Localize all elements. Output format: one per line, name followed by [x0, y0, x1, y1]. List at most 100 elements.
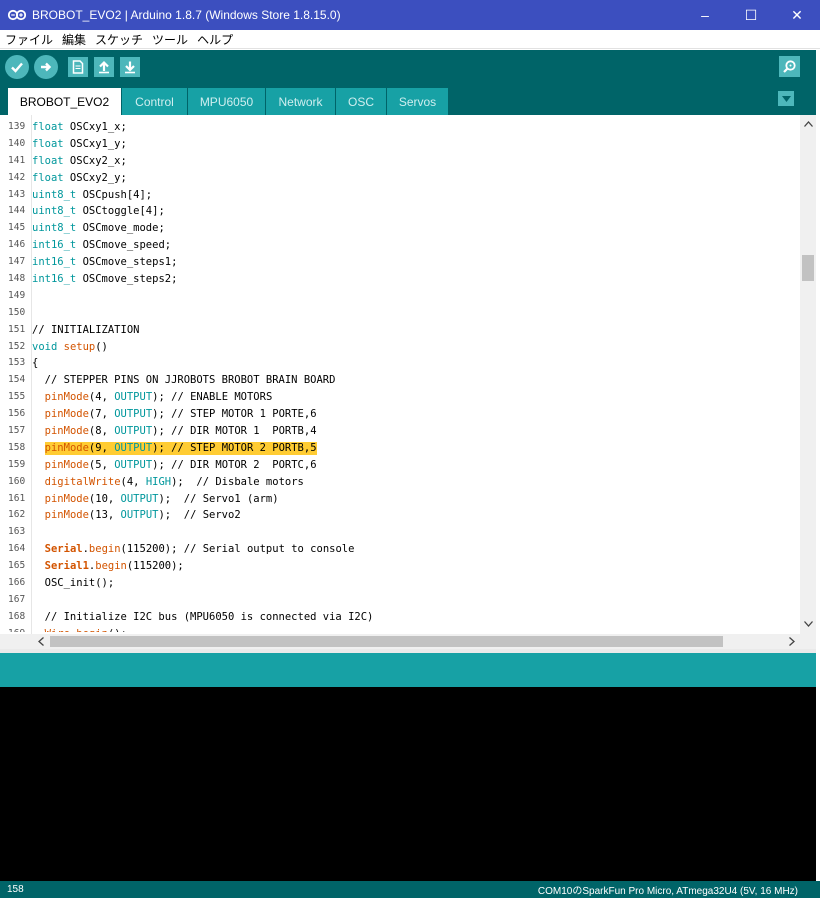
line-number: 149 [8, 289, 26, 301]
tab-servos[interactable]: Servos [387, 88, 448, 115]
new-icon [72, 59, 84, 74]
horizontal-scroll-thumb[interactable] [50, 636, 723, 647]
code-text: Serial.begin(115200); // Serial output t… [44, 543, 355, 556]
serial-monitor-button[interactable] [779, 56, 800, 77]
code-line[interactable]: 140 float OSCxy1_y; [0, 136, 800, 153]
line-number: 144 [8, 205, 26, 217]
code-text: uint8_t OSCtoggle[4]; [32, 205, 165, 218]
save-button[interactable] [120, 56, 140, 77]
code-line[interactable]: 143 uint8_t OSCpush[4]; [0, 187, 800, 204]
tab-brobot-evo2[interactable]: BROBOT_EVO2 [8, 88, 121, 115]
code-text: float OSCxy1_x; [32, 121, 127, 133]
horizontal-scrollbar[interactable] [0, 634, 816, 649]
new-button[interactable] [68, 56, 88, 77]
code-line[interactable]: 145 uint8_t OSCmove_mode; [0, 220, 800, 237]
minimize-button[interactable]: – [682, 0, 728, 30]
code-line[interactable]: 147 int16_t OSCmove_steps1; [0, 254, 800, 271]
line-number: 159 [8, 458, 26, 470]
close-button[interactable]: ✕ [774, 0, 820, 30]
code-line[interactable]: 144 uint8_t OSCtoggle[4]; [0, 203, 800, 220]
code-line[interactable]: 161 pinMode(10, OUTPUT); // Servo1 (arm) [0, 491, 800, 508]
code-line[interactable]: 159 pinMode(5, OUTPUT); // DIR MOTOR 2 P… [0, 457, 800, 474]
code-line[interactable]: 166 OSC_init(); [0, 575, 800, 592]
code-line[interactable]: 139 float OSCxy1_x; [0, 119, 800, 136]
code-line[interactable]: 162 pinMode(13, OUTPUT); // Servo2 [0, 507, 800, 524]
line-number: 142 [8, 171, 26, 183]
code-text: int16_t OSCmove_steps1; [32, 256, 178, 269]
line-number: 146 [8, 239, 26, 251]
code-line[interactable]: 142 float OSCxy2_y; [0, 170, 800, 187]
line-number: 160 [8, 475, 26, 487]
code-text: pinMode(9, OUTPUT); // STEP MOTOR 2 PORT… [44, 441, 317, 455]
code-line[interactable]: 156 pinMode(7, OUTPUT); // STEP MOTOR 1 … [0, 406, 800, 423]
tab-control[interactable]: Control [122, 88, 187, 115]
code-line[interactable]: 150 [0, 305, 800, 322]
code-line[interactable]: 160 digitalWrite(4, HIGH); // Disbale mo… [0, 474, 800, 491]
code-line[interactable]: 168 // Initialize I2C bus (MPU6050 is co… [0, 609, 800, 626]
code-line[interactable]: 148 int16_t OSCmove_steps2; [0, 271, 800, 288]
line-number: 143 [8, 188, 26, 200]
scroll-right-icon[interactable] [784, 634, 800, 649]
code-text: int16_t OSCmove_speed; [32, 239, 172, 252]
line-number: 148 [8, 273, 26, 285]
code-area[interactable]: 139 float OSCxy1_x; 140 float OSCxy1_y; 141 f… [0, 119, 800, 632]
title-bar: BROBOT_EVO2 | Arduino 1.8.7 (Windows Sto… [0, 0, 820, 30]
line-number: 162 [8, 509, 26, 521]
current-line-number: 158 [7, 884, 24, 895]
code-line[interactable]: 146 int16_t OSCmove_speed; [0, 237, 800, 254]
line-number: 157 [8, 425, 26, 437]
code-line[interactable]: 165 Serial1.begin(115200); [0, 558, 800, 575]
code-line[interactable]: 154 // STEPPER PINS ON JJROBOTS BROBOT B… [0, 372, 800, 389]
code-text: float OSCxy1_y; [32, 137, 127, 150]
tab-osc[interactable]: OSC [336, 88, 386, 115]
vertical-scroll-thumb[interactable] [802, 255, 814, 281]
tab-bar: BROBOT_EVO2 Control MPU6050 Network OSC … [0, 83, 816, 115]
tab-mpu6050[interactable]: MPU6050 [188, 88, 265, 115]
code-text: Wire.begin(); [32, 626, 127, 632]
console-output[interactable] [0, 687, 816, 881]
scroll-down-icon[interactable] [800, 617, 816, 631]
menu-help[interactable]: ヘルプ [192, 31, 237, 48]
code-line[interactable]: 151 // INITIALIZATION [0, 322, 800, 339]
line-number: 166 [8, 577, 26, 589]
upload-button[interactable] [34, 54, 58, 79]
scroll-left-icon[interactable] [33, 634, 49, 649]
code-line[interactable]: 155 pinMode(4, OUTPUT); // ENABLE MOTORS [0, 389, 800, 406]
menu-edit[interactable]: 編集 [57, 31, 90, 48]
vertical-scrollbar[interactable] [800, 115, 816, 634]
code-text: pinMode(10, OUTPUT); // Servo1 (arm) [44, 492, 279, 505]
code-line[interactable]: 169 Wire.begin(); [0, 626, 800, 632]
code-text: OSC_init(); [32, 577, 115, 590]
tab-network[interactable]: Network [266, 88, 335, 115]
open-button[interactable] [94, 56, 114, 77]
code-line[interactable]: 158 pinMode(9, OUTPUT); // STEP MOTOR 2 … [0, 440, 800, 457]
maximize-button[interactable]: ☐ [728, 0, 774, 30]
code-line[interactable]: 153 { [0, 355, 800, 372]
upload-icon [41, 62, 52, 71]
code-line[interactable]: 149 [0, 288, 800, 305]
menu-sketch[interactable]: スケッチ [90, 31, 147, 48]
code-text: // INITIALIZATION [32, 323, 140, 336]
save-icon [125, 61, 135, 73]
tab-menu-button[interactable] [778, 91, 794, 106]
line-number: 155 [8, 391, 26, 403]
menu-tools[interactable]: ツール [147, 31, 192, 48]
scroll-up-icon[interactable] [800, 117, 816, 131]
line-number: 147 [8, 256, 26, 268]
line-number: 145 [8, 222, 26, 234]
code-text: int16_t OSCmove_steps2; [32, 273, 178, 286]
status-bar: 158 COM10のSparkFun Pro Micro, ATmega32U4… [0, 881, 820, 898]
code-line[interactable]: 152 void setup() [0, 339, 800, 356]
code-line[interactable]: 167 [0, 592, 800, 609]
code-line[interactable]: 163 [0, 524, 800, 541]
chevron-down-icon [781, 95, 791, 102]
code-editor[interactable]: 139 float OSCxy1_x; 140 float OSCxy1_y; 141 f… [0, 115, 816, 634]
line-number: 153 [8, 357, 26, 369]
code-line[interactable]: 157 pinMode(8, OUTPUT); // DIR MOTOR 1 P… [0, 423, 800, 440]
verify-button[interactable] [5, 54, 29, 79]
code-line[interactable]: 141 float OSCxy2_x; [0, 153, 800, 170]
line-number: 161 [8, 492, 26, 504]
code-line[interactable]: 164 Serial.begin(115200); // Serial outp… [0, 541, 800, 558]
code-text: void setup() [32, 340, 108, 353]
menu-file[interactable]: ファイル [0, 31, 57, 48]
